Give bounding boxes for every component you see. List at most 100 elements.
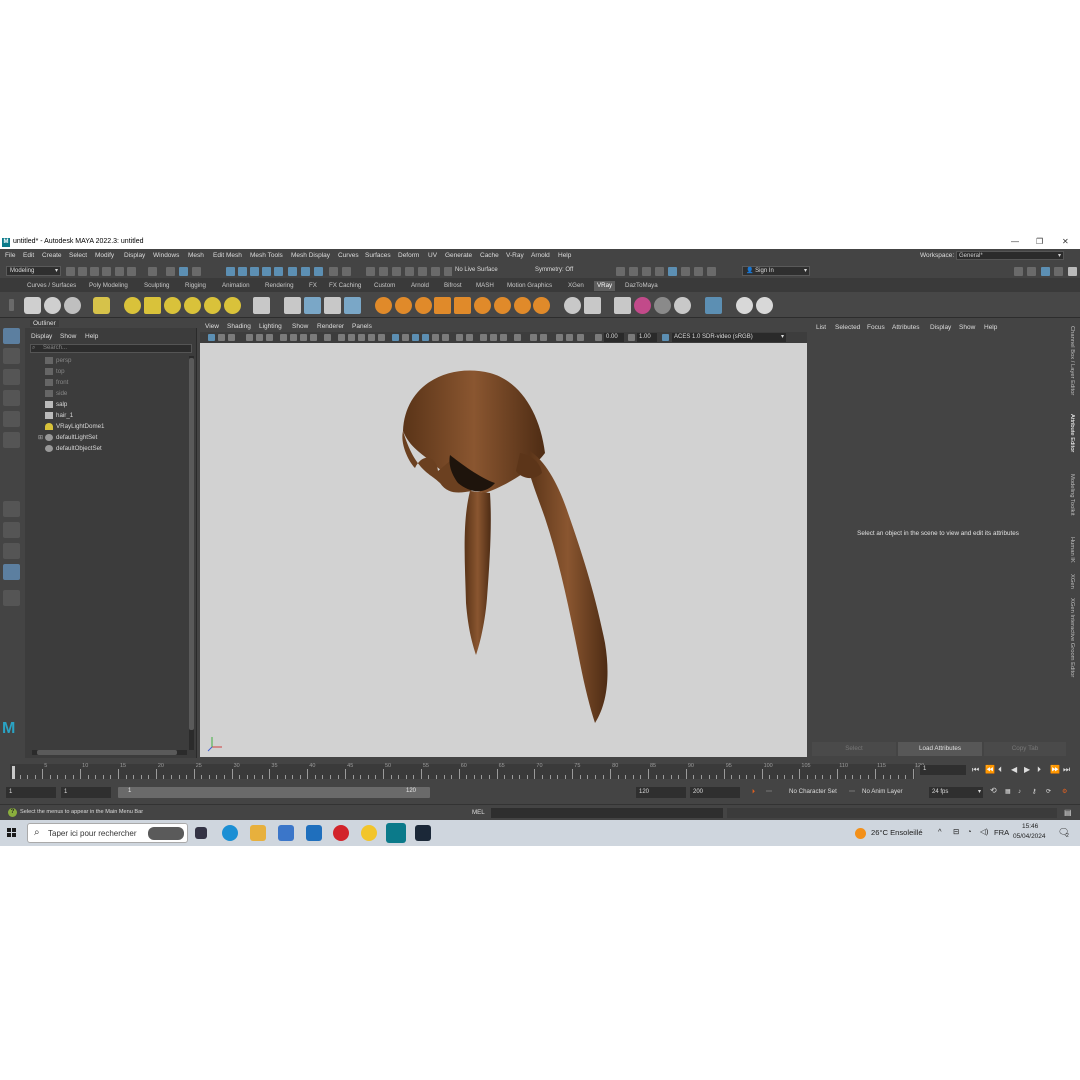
layout-icon-4[interactable] [1054, 267, 1063, 276]
dome-light-icon[interactable] [164, 297, 181, 314]
render-elements-icon[interactable] [584, 297, 601, 314]
viewport-menu-renderer[interactable]: Renderer [317, 323, 344, 330]
shelf-tab-custom[interactable]: Custom [371, 281, 398, 291]
pause-icon[interactable] [707, 267, 716, 276]
command-language-toggle[interactable]: MEL [472, 809, 485, 816]
shadows-icon[interactable] [412, 334, 419, 341]
clock-date[interactable]: 05/04/2024 [1013, 833, 1046, 840]
color-management-icon[interactable] [577, 334, 584, 341]
select-camera-icon[interactable] [208, 334, 215, 341]
command-input[interactable] [491, 808, 723, 818]
magnet-icon[interactable] [379, 267, 388, 276]
gamma-gear-icon[interactable] [628, 334, 635, 341]
persp-outliner-icon[interactable] [3, 543, 20, 559]
vray-ipr-icon[interactable] [64, 297, 81, 314]
snap-vertex-icon[interactable] [301, 267, 310, 276]
shelf-tab-rendering[interactable]: Rendering [262, 281, 297, 291]
menu-display[interactable]: Display [124, 252, 145, 259]
cosmos-browser-icon[interactable] [654, 297, 671, 314]
windows-start-icon[interactable] [7, 828, 17, 838]
workspace-dropdown[interactable]: General* ▾ [956, 251, 1064, 260]
live-surface-field[interactable]: No Live Surface [452, 266, 516, 276]
persp-graph-icon[interactable] [3, 564, 20, 580]
snap-curve-icon[interactable] [238, 267, 247, 276]
script-editor-icon[interactable]: ▤ [1064, 808, 1072, 817]
grid-texture-icon[interactable] [454, 297, 471, 314]
grease-pencil-icon[interactable] [266, 334, 273, 341]
menu-help[interactable]: Help [558, 252, 571, 259]
rect-light-icon[interactable] [124, 297, 141, 314]
magnet-icon-5[interactable] [431, 267, 440, 276]
wifi-icon[interactable]: ◔ [967, 827, 972, 836]
displacement-icon[interactable] [474, 297, 491, 314]
symmetry-field[interactable]: Symmetry: Off [532, 266, 590, 276]
scroll-thumb[interactable] [37, 750, 177, 755]
attr-menu-help[interactable]: Help [984, 324, 997, 331]
outliner-menu-help[interactable]: Help [85, 333, 98, 340]
texture-icon[interactable] [434, 297, 451, 314]
file-explorer-icon[interactable] [250, 825, 266, 841]
play-forwards-icon[interactable]: ▶ [1024, 765, 1030, 774]
vray-framebuffer-icon[interactable] [93, 297, 110, 314]
character-set-icon[interactable]: ⋯ [766, 788, 772, 795]
save-scene-icon[interactable] [102, 267, 111, 276]
snap-point-icon[interactable] [250, 267, 259, 276]
plane-icon[interactable] [253, 297, 270, 314]
gate-mask-icon[interactable] [310, 334, 317, 341]
menu-select[interactable]: Select [69, 252, 87, 259]
maya-taskbar-icon[interactable] [386, 823, 406, 843]
lightmix-icon[interactable] [614, 297, 631, 314]
loop-icon[interactable]: ⟲ [990, 786, 997, 795]
outliner-item-top[interactable]: top [45, 368, 65, 378]
shelf-tab-xgen[interactable]: XGen [565, 281, 587, 291]
menu-deform[interactable]: Deform [398, 252, 419, 259]
mesh-light-icon[interactable] [204, 297, 221, 314]
vray-settings-icon[interactable] [24, 297, 41, 314]
move-tool-icon[interactable] [3, 390, 20, 406]
textured-icon[interactable] [392, 334, 399, 341]
edge-icon[interactable] [222, 825, 238, 841]
menu-windows[interactable]: Windows [153, 252, 179, 259]
render-frame-icon[interactable] [616, 267, 625, 276]
tab-xgen-groom-editor[interactable]: XGen Interactive Groom Editor [1069, 598, 1075, 677]
layout-icon-2[interactable] [1027, 267, 1036, 276]
menu-curves[interactable]: Curves [338, 252, 359, 259]
outliner-item-persp[interactable]: persp [45, 357, 71, 367]
shelf-tab-daztomaya[interactable]: DazToMaya [622, 281, 661, 291]
shelf-options-icon[interactable] [9, 299, 14, 311]
outliner-item-salp[interactable]: salp [45, 401, 67, 411]
expand-icon[interactable]: ⊞ [38, 434, 43, 441]
attr-menu-display[interactable]: Display [930, 324, 951, 331]
use-all-lights-icon[interactable] [402, 334, 409, 341]
outliner-search-input[interactable]: ⌕ Search... [30, 344, 192, 353]
vray-vision-icon[interactable] [736, 297, 753, 314]
wireframe-icon[interactable] [358, 334, 365, 341]
menu-mesh-display[interactable]: Mesh Display [291, 252, 330, 259]
attr-menu-selected[interactable]: Selected [835, 324, 860, 331]
play-backwards-icon[interactable]: ◀ [1011, 765, 1017, 774]
xray-components-icon[interactable] [500, 334, 507, 341]
menu-modify[interactable]: Modify [95, 252, 114, 259]
screen-space-ao-icon[interactable] [422, 334, 429, 341]
restore-button[interactable]: ❐ [1036, 237, 1043, 246]
outliner-item-vraylightdome[interactable]: VRayLightDome1 [45, 423, 105, 433]
history-icon[interactable] [342, 267, 351, 276]
menu-surfaces[interactable]: Surfaces [365, 252, 391, 259]
fur-icon[interactable] [324, 297, 341, 314]
safe-title-icon[interactable] [348, 334, 355, 341]
go-to-start-icon[interactable]: ⏮ [972, 765, 979, 775]
volume-icon[interactable]: ◁) [980, 827, 988, 836]
snap-grid-icon[interactable] [226, 267, 235, 276]
layout-icon-1[interactable] [1014, 267, 1023, 276]
hypershade-icon[interactable] [668, 267, 677, 276]
menu-vray[interactable]: V-Ray [506, 252, 524, 259]
outliner-item-hair[interactable]: hair_1 [45, 412, 73, 422]
minimize-button[interactable]: — [1011, 237, 1019, 246]
shelf-tab-bifrost[interactable]: Bifrost [441, 281, 465, 291]
sphere-light-icon[interactable] [144, 297, 161, 314]
playback-start-field[interactable]: 1 [61, 787, 111, 798]
lock-ui-icon[interactable] [1068, 267, 1077, 276]
menu-create[interactable]: Create [42, 252, 62, 259]
shelf-tab-rigging[interactable]: Rigging [182, 281, 209, 291]
paint-select-tool-icon[interactable] [3, 369, 20, 385]
